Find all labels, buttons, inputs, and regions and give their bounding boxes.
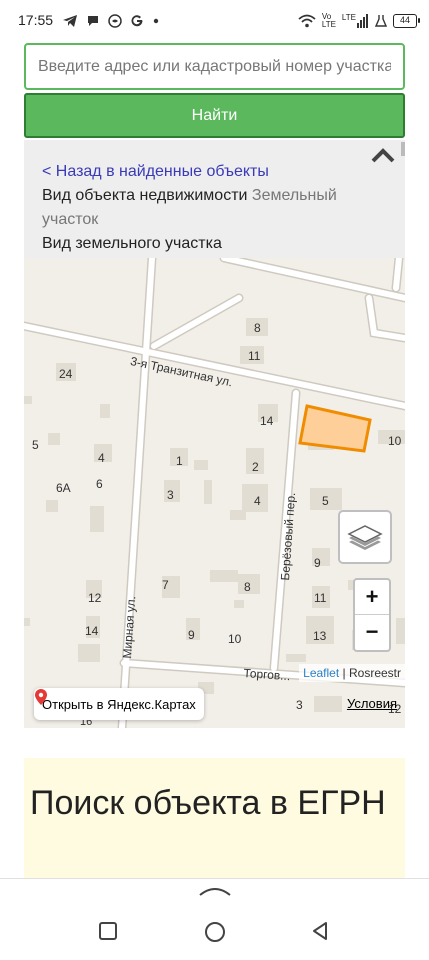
property-type-row: Вид объекта недвижимости Земельный участ… [42, 187, 337, 228]
house-number: 11 [248, 349, 261, 363]
home-button-icon[interactable] [204, 921, 226, 943]
selected-parcel[interactable] [298, 404, 372, 453]
search-input[interactable] [26, 45, 403, 88]
collapse-chevron-icon[interactable] [371, 146, 395, 164]
cadastral-map[interactable]: 8 11 24 14 10 5 4 1 2 6А 6 3 4 5 9 7 8 1… [24, 258, 405, 728]
house-number: 8 [244, 580, 251, 594]
rosreestr-attribution: Rosreestr [348, 666, 401, 680]
leaflet-link[interactable]: Leaflet [303, 666, 339, 680]
house-number: 24 [59, 367, 73, 381]
telegram-icon [63, 15, 77, 27]
layers-button[interactable] [338, 510, 392, 564]
find-button[interactable]: Найти [24, 93, 405, 138]
zoom-out-button[interactable]: − [355, 615, 389, 650]
house-number: 1 [176, 454, 183, 468]
object-info-panel: < Назад в найденные объекты Вид объекта … [24, 140, 405, 258]
open-yandex-maps-button[interactable]: Открыть в Яндекс.Картах [34, 688, 204, 720]
land-type-row: Вид земельного участка [42, 235, 222, 252]
map-attribution: Leaflet | Rosreestr [299, 664, 405, 682]
notification-icons [62, 12, 160, 30]
terms-link[interactable]: Условия [347, 696, 397, 711]
flask-icon [375, 15, 387, 27]
wifi-icon [298, 14, 316, 28]
house-number: 14 [260, 414, 274, 428]
volte-indicator: Vo LTE [321, 12, 336, 29]
vpn-icon [108, 14, 122, 28]
zoom-in-button[interactable]: + [355, 580, 389, 615]
recents-button-icon[interactable] [98, 921, 118, 941]
message-icon [88, 16, 98, 26]
house-number: 8 [254, 321, 261, 335]
map-base [24, 258, 405, 728]
screen: 17:55 Vo LTE LTE 44 Найти < Назад [0, 0, 429, 960]
map-pin-icon [35, 689, 47, 705]
google-icon [131, 15, 143, 27]
search-box [24, 43, 405, 90]
house-number: 12 [88, 591, 102, 605]
status-bar: 17:55 Vo LTE LTE 44 [0, 0, 429, 42]
expand-handle-icon[interactable] [198, 885, 232, 897]
house-number: 3 [296, 698, 303, 712]
house-number: 14 [85, 624, 99, 638]
house-number: 11 [314, 591, 327, 605]
signal-icon [357, 14, 368, 28]
status-time: 17:55 [18, 12, 54, 28]
house-number: 4 [254, 494, 261, 508]
system-icons: Vo LTE LTE 44 [298, 11, 420, 31]
house-number: 13 [313, 629, 327, 643]
lte-indicator: LTE [342, 14, 369, 28]
house-number: 9 [188, 628, 195, 642]
house-number: 10 [228, 632, 242, 646]
back-button-icon[interactable] [310, 921, 330, 941]
house-number: 6 [96, 477, 103, 491]
house-number: 6А [56, 481, 71, 495]
house-number: 4 [98, 451, 105, 465]
house-number: 5 [32, 438, 39, 452]
panel-scrollbar[interactable] [401, 142, 405, 156]
zoom-control: + − [353, 578, 391, 652]
navigation-bar [0, 878, 429, 960]
dot-icon [153, 18, 159, 24]
egrn-title: Поиск объекта в ЕГРН [30, 784, 386, 822]
house-number: 2 [252, 460, 259, 474]
house-number: 7 [162, 578, 169, 592]
egrn-search-card: Поиск объекта в ЕГРН [24, 758, 405, 878]
layers-icon [347, 525, 383, 550]
house-number: 5 [322, 494, 329, 508]
back-link[interactable]: < Назад в найденные объекты [42, 160, 387, 184]
house-number: 10 [388, 434, 402, 448]
battery-icon: 44 [393, 14, 420, 28]
house-number: 3 [167, 488, 174, 502]
house-number: 9 [314, 556, 321, 570]
